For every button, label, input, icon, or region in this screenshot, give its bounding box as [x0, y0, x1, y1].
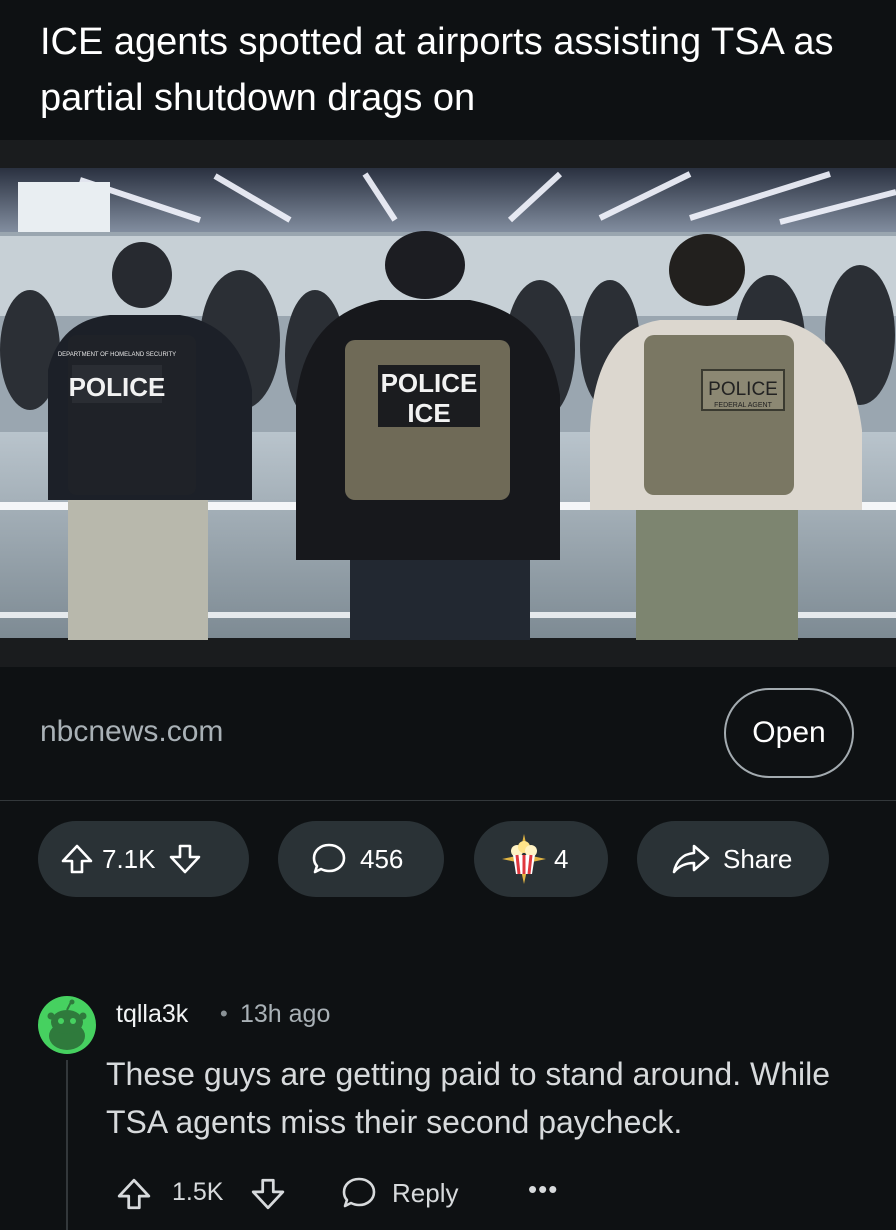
- award-count: 4: [554, 843, 569, 874]
- upvote-arrow-icon[interactable]: [60, 842, 94, 876]
- comments-button[interactable]: 456: [278, 821, 444, 897]
- center-vest-label-2: ICE: [407, 398, 450, 428]
- comment-count: 456: [360, 843, 404, 874]
- reply-bubble-icon[interactable]: [340, 1174, 378, 1217]
- speech-bubble-icon: [310, 840, 348, 878]
- share-label: Share: [723, 843, 793, 874]
- link-domain[interactable]: nbcnews.com: [40, 715, 223, 749]
- meta-separator: •: [220, 1001, 228, 1026]
- comment-actions: 1.5K Reply •••: [0, 1160, 896, 1230]
- vote-control: 7.1K: [38, 821, 249, 897]
- comment-username[interactable]: tqlla3k: [116, 1000, 188, 1029]
- comment-score: 1.5K: [172, 1178, 224, 1206]
- comment-timestamp: 13h ago: [240, 1000, 331, 1028]
- share-button[interactable]: Share: [637, 821, 829, 897]
- right-vest-label: POLICE: [708, 379, 778, 400]
- vote-count: 7.1K: [102, 843, 156, 874]
- snoo-avatar-icon[interactable]: [38, 996, 96, 1054]
- open-link-button[interactable]: Open: [724, 688, 854, 778]
- reply-button[interactable]: Reply: [392, 1178, 458, 1209]
- popcorn-award-icon: [502, 834, 546, 884]
- more-options-button[interactable]: •••: [528, 1174, 558, 1205]
- comment-upvote-icon[interactable]: [116, 1176, 152, 1217]
- link-preview-bar[interactable]: nbcnews.com Open: [0, 667, 896, 801]
- comment-body: These guys are getting paid to stand aro…: [106, 1056, 830, 1140]
- right-vest-small-label: FEDERAL AGENT: [714, 402, 772, 409]
- left-vest-small-label: DEPARTMENT OF HOMELAND SECURITY: [58, 352, 176, 358]
- post-title[interactable]: ICE agents spotted at airports assisting…: [40, 14, 860, 126]
- left-vest-label: POLICE: [69, 372, 166, 402]
- center-vest-label-1: POLICE: [381, 368, 478, 398]
- post-image[interactable]: DEPARTMENT OF HOMELAND SECURITY POLICE P…: [0, 140, 896, 667]
- comment-downvote-icon[interactable]: [250, 1176, 286, 1217]
- airport-officers-photo: DEPARTMENT OF HOMELAND SECURITY POLICE P…: [0, 140, 896, 667]
- downvote-arrow-icon[interactable]: [168, 842, 202, 876]
- share-arrow-icon: [671, 842, 711, 876]
- award-button[interactable]: 4: [474, 821, 608, 897]
